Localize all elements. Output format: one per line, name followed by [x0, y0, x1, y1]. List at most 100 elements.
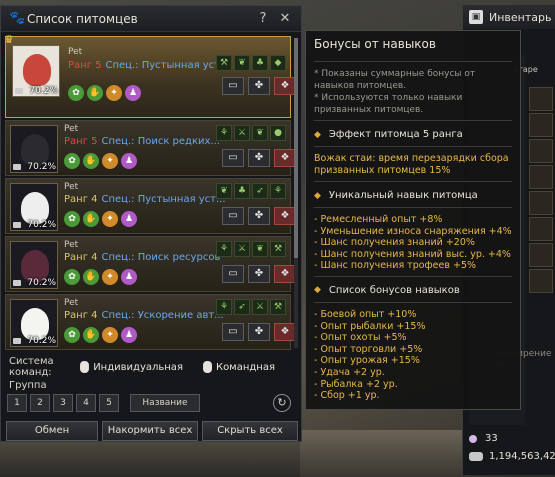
group-button-3[interactable]: 3 — [53, 394, 73, 412]
grain-icon[interactable]: ⚘ — [216, 241, 232, 257]
star-skill-icon[interactable]: ✦ — [102, 327, 118, 343]
inventory-slot[interactable] — [529, 113, 553, 137]
clover-icon[interactable]: ♣ — [234, 183, 250, 199]
pet-card-3[interactable]: 70.2% Pet Ранг 4 Спец.: Пустынная уст... … — [5, 178, 296, 234]
star-skill-icon[interactable]: ✦ — [102, 269, 118, 285]
pet-portrait: 70.2% — [10, 125, 58, 173]
feed-button[interactable]: ▭ — [222, 323, 244, 341]
feed-button[interactable]: ▭ — [222, 149, 244, 167]
grain-icon[interactable]: ⚘ — [216, 299, 232, 315]
inventory-slot[interactable] — [529, 269, 553, 293]
hand-skill-icon[interactable]: ✋ — [83, 269, 99, 285]
leaf-skill-icon[interactable]: ✿ — [64, 269, 80, 285]
pet-list: ♛ 70.2% Pet Ранг 5 Спец.: Пустынная уст..… — [4, 33, 296, 350]
leaf-skill-icon[interactable]: ✿ — [64, 153, 80, 169]
herb-icon[interactable]: ❦ — [234, 55, 250, 71]
star-skill-icon[interactable]: ✦ — [102, 153, 118, 169]
gem-icon[interactable]: ◆ — [270, 55, 286, 71]
gift-button[interactable]: ❖ — [274, 265, 296, 283]
rank-effect-text: Вожак стаи: время перезарядки сбора приз… — [314, 153, 509, 176]
mouse-icon — [202, 361, 212, 373]
divider — [314, 275, 512, 277]
leaf-skill-icon[interactable]: ✿ — [68, 85, 84, 101]
pearl-count: 33 — [485, 433, 498, 444]
paw-button[interactable]: ✤ — [248, 265, 270, 283]
pet-percent: 70.2% — [29, 86, 58, 96]
help-button[interactable]: ? — [255, 11, 271, 26]
person-skill-icon[interactable]: ♟ — [121, 153, 137, 169]
inventory-header[interactable]: ▣ Инвентарь — [463, 5, 555, 29]
scrollbar-thumb[interactable] — [294, 38, 298, 258]
bow-icon[interactable]: ➶ — [234, 299, 250, 315]
paw-button[interactable]: ✤ — [248, 149, 270, 167]
feed-button[interactable]: ▭ — [222, 265, 244, 283]
sword-icon[interactable]: ⚔ — [234, 241, 250, 257]
inventory-slot[interactable] — [529, 139, 553, 163]
grain-icon[interactable]: ⚘ — [216, 125, 232, 141]
feed-button[interactable]: ▭ — [222, 77, 244, 95]
pickaxe-icon[interactable]: ⚒ — [270, 241, 286, 257]
pet-name: Pet — [64, 298, 79, 308]
inventory-slot[interactable] — [529, 217, 553, 241]
group-button-5[interactable]: 5 — [99, 394, 119, 412]
pet-card-1[interactable]: ♛ 70.2% Pet Ранг 5 Спец.: Пустынная уст..… — [4, 33, 296, 118]
pet-card-5[interactable]: 70.2% Pet Ранг 4 Спец.: Ускорение авт... … — [5, 294, 296, 350]
command-system-label: Система команд: — [9, 356, 54, 378]
silver-icon — [469, 452, 483, 461]
sword-icon[interactable]: ⚔ — [234, 125, 250, 141]
inventory-slot[interactable] — [529, 165, 553, 189]
hand-skill-icon[interactable]: ✋ — [83, 327, 99, 343]
hand-skill-icon[interactable]: ✋ — [87, 85, 103, 101]
group-button-1[interactable]: 1 — [7, 394, 27, 412]
hide-all-button[interactable]: Скрыть всех — [202, 421, 298, 441]
pickaxe-icon[interactable]: ⚒ — [216, 55, 232, 71]
inventory-slot[interactable] — [529, 87, 553, 111]
section-unique-skill: ◆ Уникальный навык питомца — [314, 190, 512, 201]
close-button[interactable]: ✕ — [277, 11, 293, 26]
star-skill-icon[interactable]: ✦ — [102, 211, 118, 227]
pet-list-scrollbar[interactable] — [294, 38, 298, 348]
exchange-button[interactable]: Обмен — [6, 421, 98, 441]
sword-icon[interactable]: ⚔ — [252, 299, 268, 315]
person-skill-icon[interactable]: ♟ — [125, 85, 141, 101]
paw-button[interactable]: ✤ — [248, 77, 270, 95]
paw-button[interactable]: ✤ — [248, 323, 270, 341]
command-team-option[interactable]: Командная — [202, 361, 275, 373]
star-skill-icon[interactable]: ✦ — [106, 85, 122, 101]
group-button-4[interactable]: 4 — [76, 394, 96, 412]
grain-icon[interactable]: ⚘ — [270, 183, 286, 199]
background-rock — [290, 430, 470, 477]
pet-card-4[interactable]: 70.2% Pet Ранг 4 Спец.: Поиск ресурсов ✿ … — [5, 236, 296, 292]
leaf-skill-icon[interactable]: ✿ — [64, 327, 80, 343]
paw-button[interactable]: ✤ — [248, 207, 270, 225]
pet-talents: ⚘ ⚔ ❦ ● — [216, 125, 286, 141]
herb-icon[interactable]: ❦ — [252, 125, 268, 141]
person-skill-icon[interactable]: ♟ — [121, 327, 137, 343]
hand-skill-icon[interactable]: ✋ — [83, 153, 99, 169]
person-skill-icon[interactable]: ♟ — [121, 211, 137, 227]
command-individual-option[interactable]: Индивидуальная — [80, 361, 183, 373]
herb-icon[interactable]: ❦ — [252, 241, 268, 257]
inventory-slot[interactable] — [529, 191, 553, 215]
camera-icon — [13, 338, 21, 344]
clover-icon[interactable]: ♣ — [252, 55, 268, 71]
person-skill-icon[interactable]: ♟ — [121, 269, 137, 285]
pet-card-2[interactable]: 70.2% Pet Ранг 5 Спец.: Поиск редких... ✿… — [5, 120, 296, 176]
leaf-skill-icon[interactable]: ✿ — [64, 211, 80, 227]
hand-skill-icon[interactable]: ✋ — [83, 211, 99, 227]
group-button-2[interactable]: 2 — [30, 394, 50, 412]
herb-icon[interactable]: ❦ — [216, 183, 232, 199]
feed-button[interactable]: ▭ — [222, 207, 244, 225]
gift-button[interactable]: ❖ — [274, 149, 296, 167]
name-button[interactable]: Название — [130, 394, 200, 412]
refresh-icon[interactable]: ↻ — [273, 394, 291, 412]
pet-window-header[interactable]: 🐾 Список питомцев ? ✕ — [1, 6, 301, 32]
gift-button[interactable]: ❖ — [274, 77, 296, 95]
pickaxe-icon[interactable]: ⚒ — [270, 299, 286, 315]
bow-icon[interactable]: ➶ — [252, 183, 268, 199]
inventory-slot[interactable] — [529, 243, 553, 267]
gift-button[interactable]: ❖ — [274, 207, 296, 225]
gift-button[interactable]: ❖ — [274, 323, 296, 341]
feed-all-button[interactable]: Накормить всех — [102, 421, 198, 441]
apple-icon[interactable]: ● — [270, 125, 286, 141]
